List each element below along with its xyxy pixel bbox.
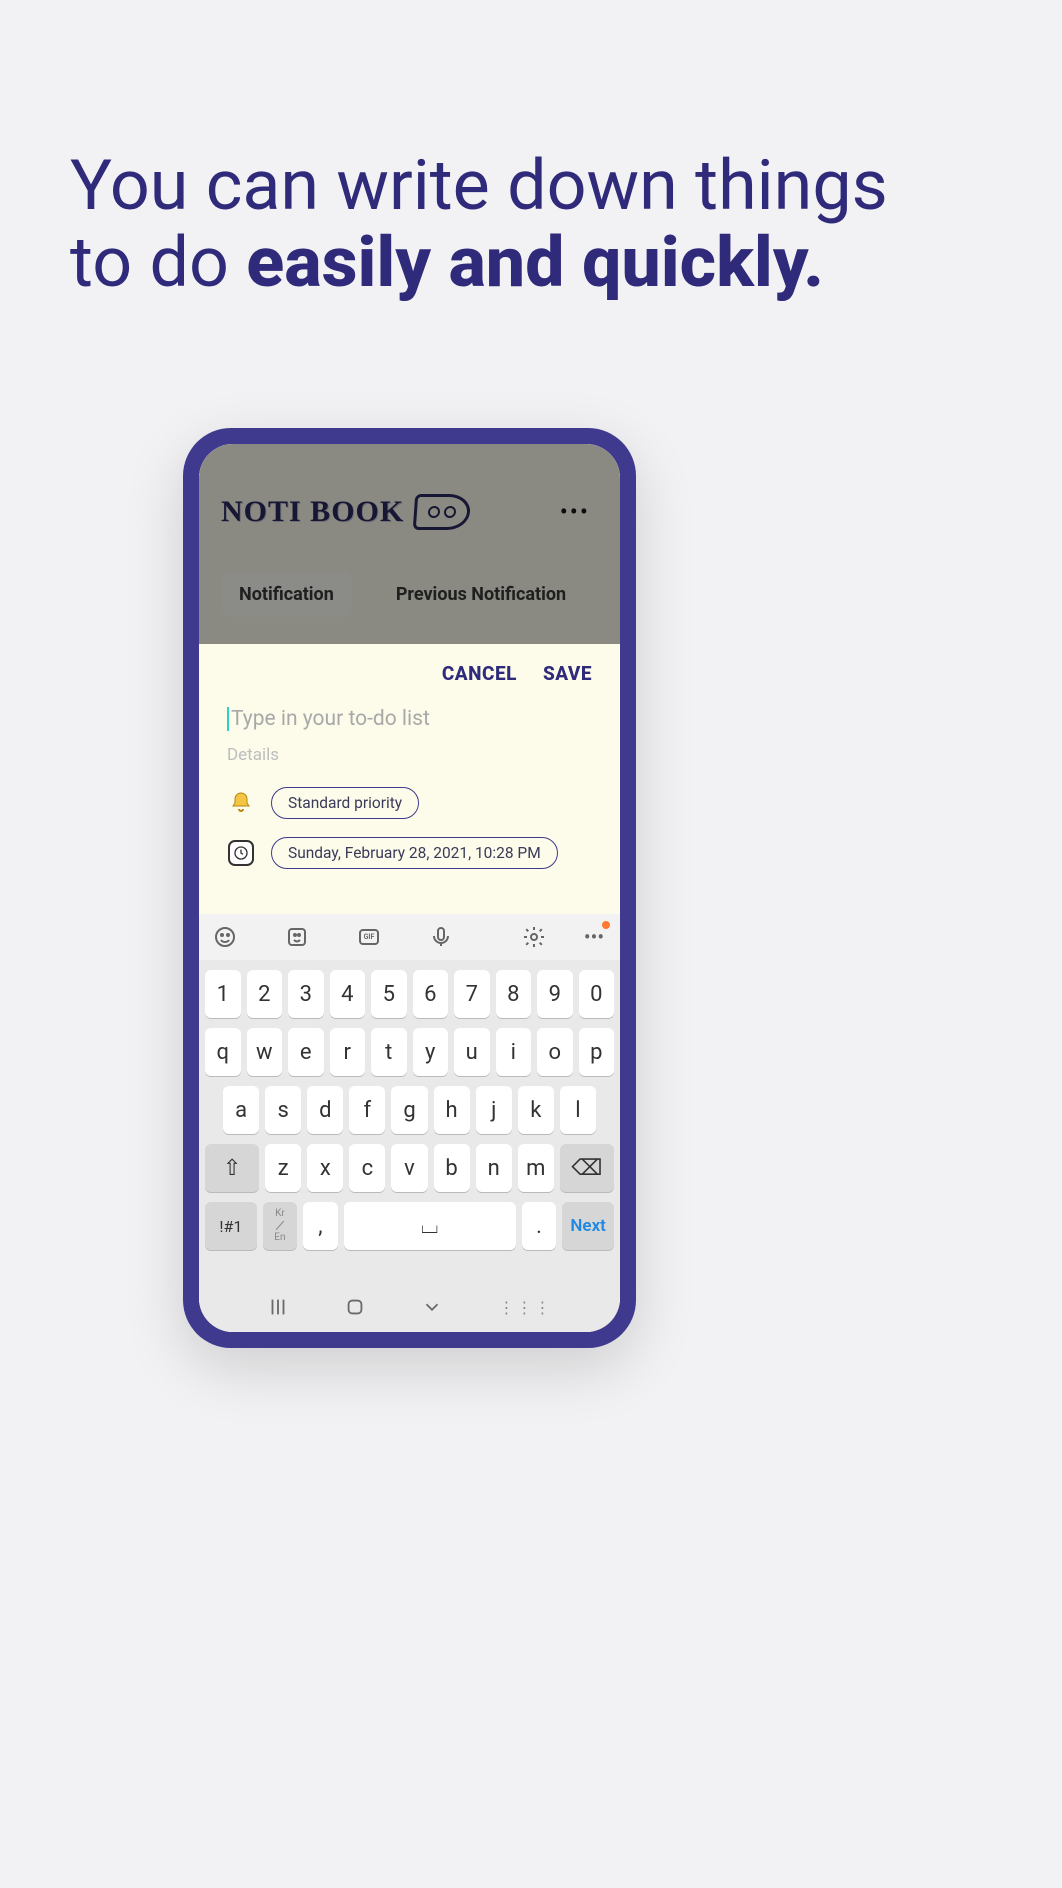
- key-w[interactable]: w: [247, 1028, 283, 1076]
- key-u[interactable]: u: [454, 1028, 490, 1076]
- key-d[interactable]: d: [307, 1086, 343, 1134]
- tab-notification[interactable]: Notification: [221, 572, 352, 617]
- key-5[interactable]: 5: [371, 970, 407, 1018]
- keyboard-more-icon[interactable]: •••: [582, 925, 606, 949]
- key-i[interactable]: i: [496, 1028, 532, 1076]
- key-period[interactable]: .: [522, 1202, 556, 1250]
- key-3[interactable]: 3: [288, 970, 324, 1018]
- key-t[interactable]: t: [371, 1028, 407, 1076]
- key-r[interactable]: r: [330, 1028, 366, 1076]
- keyboard-number-row: 1 2 3 4 5 6 7 8 9 0: [205, 970, 614, 1018]
- key-shift[interactable]: ⇧: [205, 1144, 259, 1192]
- app-header: NOTI BOOK ••• Notification Previous Noti…: [199, 444, 620, 644]
- nav-recents-icon[interactable]: [267, 1296, 289, 1318]
- datetime-chip[interactable]: Sunday, February 28, 2021, 10:28 PM: [271, 837, 558, 869]
- keyboard-qwerty-row: q w e r t y u i o p: [205, 1028, 614, 1076]
- key-p[interactable]: p: [579, 1028, 615, 1076]
- key-z[interactable]: z: [265, 1144, 301, 1192]
- key-m[interactable]: m: [518, 1144, 554, 1192]
- key-y[interactable]: y: [413, 1028, 449, 1076]
- nav-home-icon[interactable]: [344, 1296, 366, 1318]
- key-backspace[interactable]: ⌫: [560, 1144, 614, 1192]
- owl-icon: [413, 494, 472, 530]
- text-cursor: [227, 707, 229, 731]
- gear-icon[interactable]: [522, 925, 546, 949]
- on-screen-keyboard: GIF •••: [199, 914, 620, 1332]
- bell-icon: [227, 789, 255, 817]
- headline-line2b: easily and quickly.: [246, 222, 824, 304]
- key-language[interactable]: Kr / En: [263, 1202, 297, 1250]
- key-s[interactable]: s: [265, 1086, 301, 1134]
- todo-title-placeholder: Type in your to-do list: [231, 707, 430, 731]
- todo-details-input[interactable]: Details: [227, 745, 592, 765]
- cancel-button[interactable]: CANCEL: [442, 662, 517, 685]
- keyboard-asdf-row: a s d f g h j k l: [205, 1086, 614, 1134]
- more-menu-button[interactable]: •••: [552, 490, 598, 534]
- key-9[interactable]: 9: [537, 970, 573, 1018]
- keyboard-bottom-row: !#1 Kr / En , ⌴ . Next: [205, 1202, 614, 1250]
- emoji-icon[interactable]: [213, 925, 237, 949]
- key-c[interactable]: c: [349, 1144, 385, 1192]
- key-x[interactable]: x: [307, 1144, 343, 1192]
- system-nav-bar: ⋮⋮⋮: [199, 1282, 620, 1332]
- key-f[interactable]: f: [349, 1086, 385, 1134]
- nav-keyboard-icon[interactable]: ⋮⋮⋮: [498, 1298, 552, 1317]
- key-symbols[interactable]: !#1: [205, 1202, 257, 1250]
- key-6[interactable]: 6: [413, 970, 449, 1018]
- key-a[interactable]: a: [223, 1086, 259, 1134]
- key-7[interactable]: 7: [454, 970, 490, 1018]
- keyboard-zxcv-row: ⇧ z x c v b n m ⌫: [205, 1144, 614, 1192]
- mic-icon[interactable]: [429, 925, 453, 949]
- key-e[interactable]: e: [288, 1028, 324, 1076]
- key-space[interactable]: ⌴: [344, 1202, 516, 1250]
- priority-chip[interactable]: Standard priority: [271, 787, 419, 819]
- key-2[interactable]: 2: [247, 970, 283, 1018]
- app-title-text: NOTI BOOK: [221, 495, 404, 529]
- clock-icon: [227, 839, 255, 867]
- key-n[interactable]: n: [476, 1144, 512, 1192]
- save-button[interactable]: SAVE: [543, 662, 592, 685]
- key-comma[interactable]: ,: [303, 1202, 337, 1250]
- key-b[interactable]: b: [434, 1144, 470, 1192]
- notification-dot-icon: [602, 921, 610, 929]
- app-title: NOTI BOOK: [221, 494, 470, 530]
- phone-screen: NOTI BOOK ••• Notification Previous Noti…: [199, 444, 620, 1332]
- sticker-icon[interactable]: [285, 925, 309, 949]
- key-next[interactable]: Next: [562, 1202, 614, 1250]
- key-o[interactable]: o: [537, 1028, 573, 1076]
- key-h[interactable]: h: [434, 1086, 470, 1134]
- key-0[interactable]: 0: [579, 970, 615, 1018]
- key-k[interactable]: k: [518, 1086, 554, 1134]
- key-g[interactable]: g: [391, 1086, 427, 1134]
- key-1[interactable]: 1: [205, 970, 241, 1018]
- headline-line2a: to do: [70, 222, 246, 304]
- phone-frame: NOTI BOOK ••• Notification Previous Noti…: [183, 428, 636, 1348]
- key-j[interactable]: j: [476, 1086, 512, 1134]
- tab-previous-notification[interactable]: Previous Notification: [378, 572, 584, 617]
- key-q[interactable]: q: [205, 1028, 241, 1076]
- todo-title-input[interactable]: Type in your to-do list: [227, 707, 592, 731]
- key-8[interactable]: 8: [496, 970, 532, 1018]
- key-4[interactable]: 4: [330, 970, 366, 1018]
- key-v[interactable]: v: [391, 1144, 427, 1192]
- gif-icon[interactable]: GIF: [357, 925, 381, 949]
- headline-line1: You can write down things: [70, 145, 888, 227]
- key-l[interactable]: l: [560, 1086, 596, 1134]
- nav-back-icon[interactable]: [421, 1296, 443, 1318]
- new-todo-sheet: CANCEL SAVE Type in your to-do list Deta…: [199, 644, 620, 1332]
- marketing-headline: You can write down things to do easily a…: [70, 148, 992, 302]
